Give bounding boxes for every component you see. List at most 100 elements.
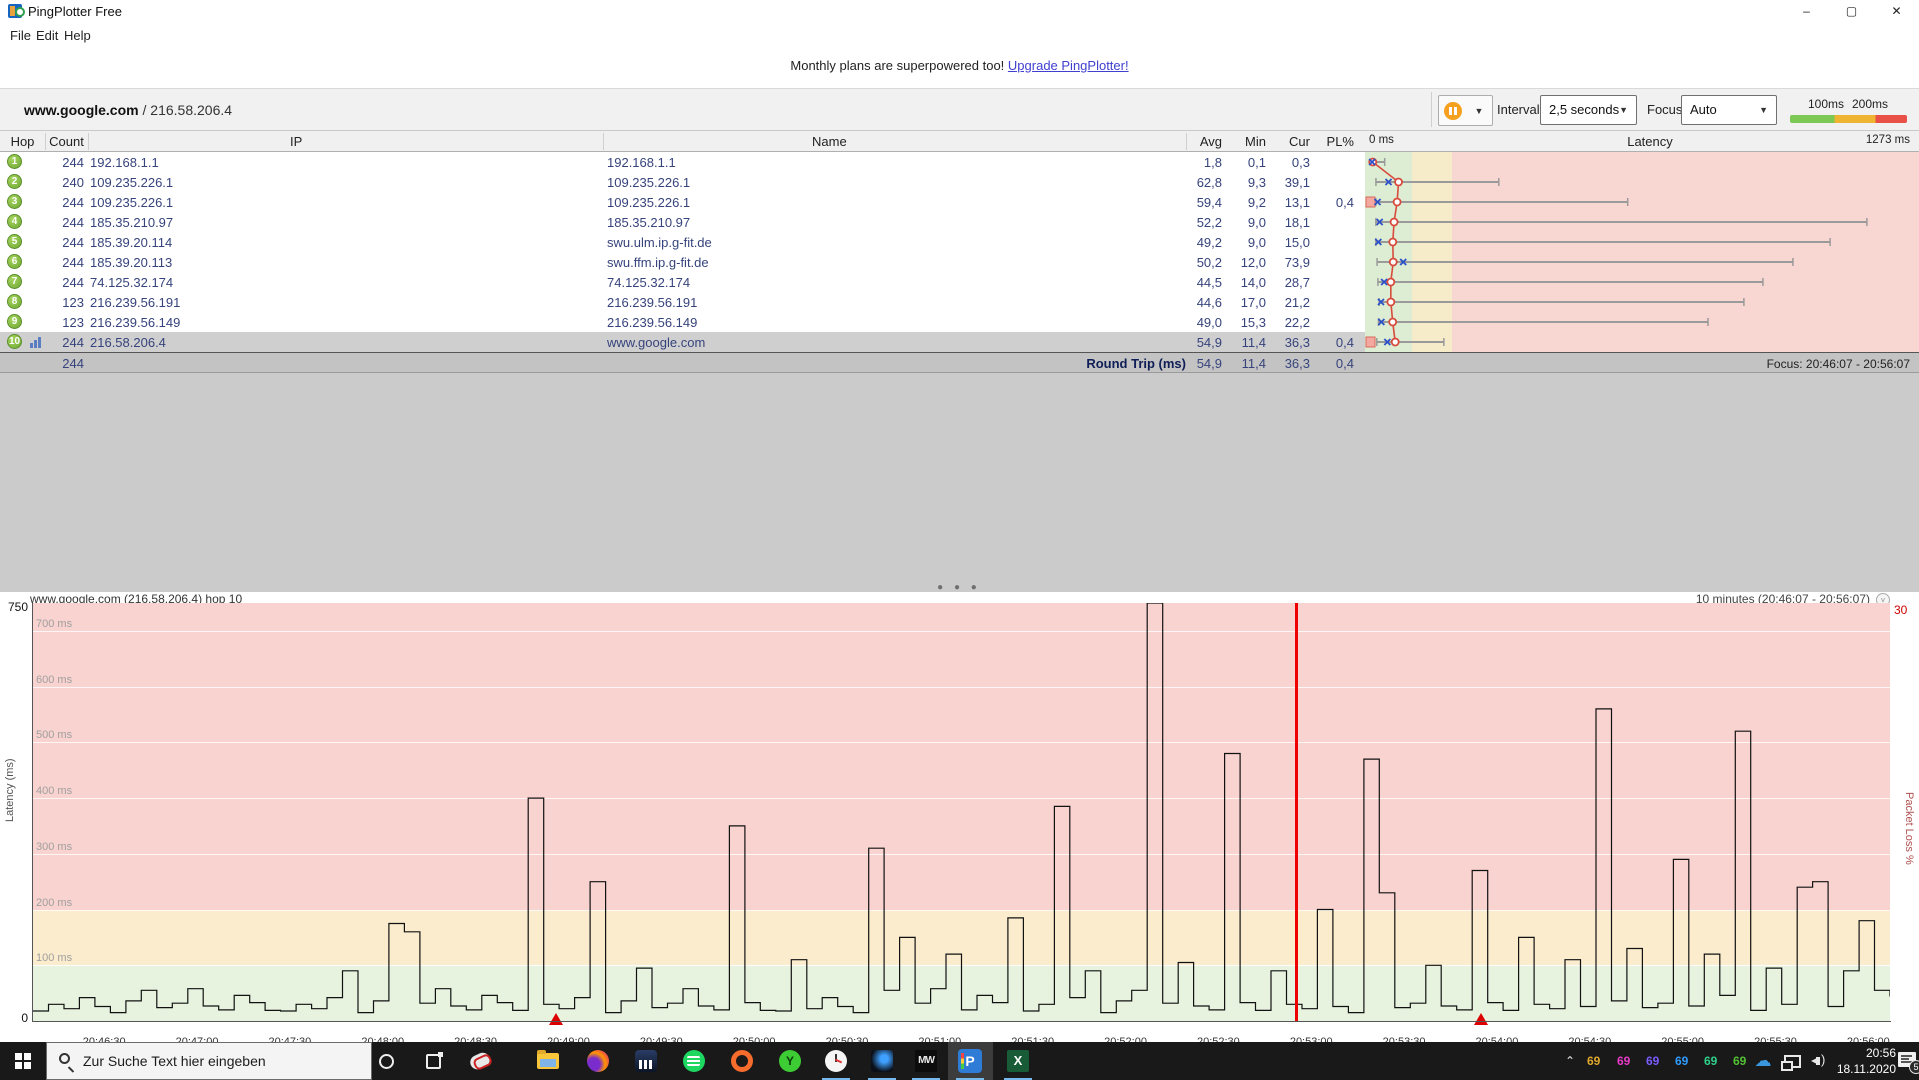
chevron-down-icon: ▼ xyxy=(1759,105,1768,115)
col-count[interactable]: Count xyxy=(45,134,88,149)
minimize-button[interactable]: – xyxy=(1784,0,1829,22)
latency-legend-gradient xyxy=(1790,115,1907,123)
min-cell: 0,1 xyxy=(1247,155,1266,170)
temp-reading[interactable]: 69 xyxy=(1587,1054,1600,1068)
col-cur[interactable]: Cur xyxy=(1276,134,1310,149)
focus-range-label: Focus: 20:46:07 - 20:56:07 xyxy=(1766,357,1910,371)
audio-app-icon xyxy=(635,1050,657,1072)
search-icon xyxy=(59,1053,70,1064)
count-cell: 244 xyxy=(62,335,84,350)
ip-cell: 74.125.32.174 xyxy=(90,275,174,290)
temp-reading[interactable]: 69 xyxy=(1617,1054,1630,1068)
focus-select[interactable]: Auto ▼ xyxy=(1681,95,1777,125)
blue-art-app-icon xyxy=(871,1050,893,1072)
task-view-icon xyxy=(425,1051,443,1069)
hop-latency-minigraph xyxy=(1365,157,1868,348)
name-cell: 185.35.210.97 xyxy=(607,215,691,230)
ip-cell: 192.168.1.1 xyxy=(90,155,159,170)
min-cell: 15,3 xyxy=(1240,315,1266,330)
avg-cell: 59,4 xyxy=(1196,195,1222,210)
temp-reading[interactable]: 69 xyxy=(1675,1054,1688,1068)
y-axis-line xyxy=(32,603,33,1022)
volume-button[interactable] xyxy=(1806,1045,1834,1077)
clock-app-button[interactable] xyxy=(820,1045,852,1080)
latency-timeline-plot[interactable]: 100 ms 200 ms 300 ms 400 ms 500 ms 600 ms 700 … xyxy=(33,603,1890,1048)
cur-cell: 73,9 xyxy=(1284,255,1310,270)
ip-cell: 216.239.56.149 xyxy=(90,315,181,330)
pingplotter-window: PingPlotter Free – ▢ ✕ File Edit Help Mo… xyxy=(0,0,1919,1080)
snipping-tool-button[interactable] xyxy=(464,1045,496,1077)
name-cell: 216.239.56.149 xyxy=(607,315,698,330)
count-cell: 123 xyxy=(62,295,84,310)
upgrade-link[interactable]: Upgrade PingPlotter! xyxy=(1008,58,1129,73)
round-trip-row: 244 Round Trip (ms) 54,9 11,4 36,3 0,4 F… xyxy=(0,352,1919,373)
clock-app-icon xyxy=(825,1050,847,1072)
cortana-button[interactable] xyxy=(370,1045,402,1077)
audio-app-button[interactable] xyxy=(630,1045,662,1077)
col-avg[interactable]: Avg xyxy=(1186,134,1222,149)
count-cell: 244 xyxy=(62,195,84,210)
notification-center-button[interactable]: 5 xyxy=(1898,1052,1919,1074)
trace-target: www.google.com / 216.58.206.4 xyxy=(24,102,232,118)
title-bar: PingPlotter Free – ▢ ✕ xyxy=(0,0,1919,22)
tray-time: 20:56 xyxy=(1865,1046,1896,1060)
toolbar-divider xyxy=(1431,92,1432,127)
cur-cell: 21,2 xyxy=(1284,295,1310,310)
min-cell: 9,3 xyxy=(1247,175,1266,190)
file-explorer-button[interactable] xyxy=(532,1045,564,1077)
cur-cell: 0,3 xyxy=(1291,155,1310,170)
taskbar-search[interactable]: Zur Suche Text hier eingeben xyxy=(46,1042,372,1080)
min-cell: 17,0 xyxy=(1240,295,1266,310)
focus-time-line[interactable] xyxy=(1294,603,1298,1021)
pingplotter-taskbar-button[interactable]: P xyxy=(954,1045,986,1080)
col-pl[interactable]: PL% xyxy=(1320,134,1354,149)
modern-warfare-icon: MW xyxy=(915,1050,937,1072)
upgrade-banner: Monthly plans are superpowered too! Upgr… xyxy=(0,46,1919,88)
temp-reading[interactable]: 69 xyxy=(1733,1054,1746,1068)
green-app-button[interactable]: Y xyxy=(774,1045,806,1077)
blue-art-app-button[interactable] xyxy=(866,1045,898,1080)
min-cell: 14,0 xyxy=(1240,275,1266,290)
count-cell: 244 xyxy=(62,155,84,170)
col-min[interactable]: Min xyxy=(1230,134,1266,149)
interval-select[interactable]: 2,5 seconds ▼ xyxy=(1540,95,1637,125)
menu-help[interactable]: Help xyxy=(60,26,95,45)
close-button[interactable]: ✕ xyxy=(1874,0,1919,22)
col-ip[interactable]: IP xyxy=(290,134,302,149)
pause-button[interactable] xyxy=(1438,95,1467,126)
menu-edit[interactable]: Edit xyxy=(32,26,62,45)
pl-cell: 0,4 xyxy=(1335,335,1354,350)
ip-cell: 185.39.20.114 xyxy=(90,235,173,250)
cur-cell: 18,1 xyxy=(1284,215,1310,230)
tray-clock[interactable]: 20:56 18.11.2020 xyxy=(1834,1045,1896,1077)
firefox-button[interactable] xyxy=(582,1045,614,1077)
network-button[interactable] xyxy=(1779,1045,1805,1077)
temp-reading[interactable]: 69 xyxy=(1646,1054,1659,1068)
excel-button[interactable]: X xyxy=(1002,1045,1034,1080)
ip-cell: 216.58.206.4 xyxy=(90,335,166,350)
col-name[interactable]: Name xyxy=(812,134,847,149)
start-button[interactable] xyxy=(0,1042,46,1080)
temp-reading[interactable]: 69 xyxy=(1704,1054,1717,1068)
onedrive-cloud-icon: ☁ xyxy=(1754,1051,1772,1070)
name-cell: 74.125.32.174 xyxy=(607,275,691,290)
task-view-button[interactable] xyxy=(417,1045,449,1077)
col-hop[interactable]: Hop xyxy=(0,134,45,149)
count-cell: 240 xyxy=(62,175,84,190)
avg-cell: 54,9 xyxy=(1196,335,1222,350)
pause-dropdown-button[interactable]: ▼ xyxy=(1466,95,1493,126)
pl-cell: 0,4 xyxy=(1335,195,1354,210)
cur-cell: 36,3 xyxy=(1284,335,1310,350)
modern-warfare-button[interactable]: MW xyxy=(910,1045,942,1080)
count-cell: 244 xyxy=(62,235,84,250)
banner-text: Monthly plans are superpowered too! xyxy=(790,58,1008,73)
count-cell: 244 xyxy=(62,255,84,270)
onedrive-button[interactable]: ☁ xyxy=(1750,1045,1776,1077)
menu-file[interactable]: File xyxy=(6,26,35,45)
y-axis-max-label: 750 xyxy=(7,600,28,614)
tray-expand-button[interactable]: ⌃ xyxy=(1556,1045,1584,1077)
maximize-button[interactable]: ▢ xyxy=(1829,0,1874,22)
y2-axis-title: Packet Loss % xyxy=(1903,792,1915,865)
spotify-button[interactable] xyxy=(678,1045,710,1077)
origin-button[interactable] xyxy=(726,1045,758,1077)
